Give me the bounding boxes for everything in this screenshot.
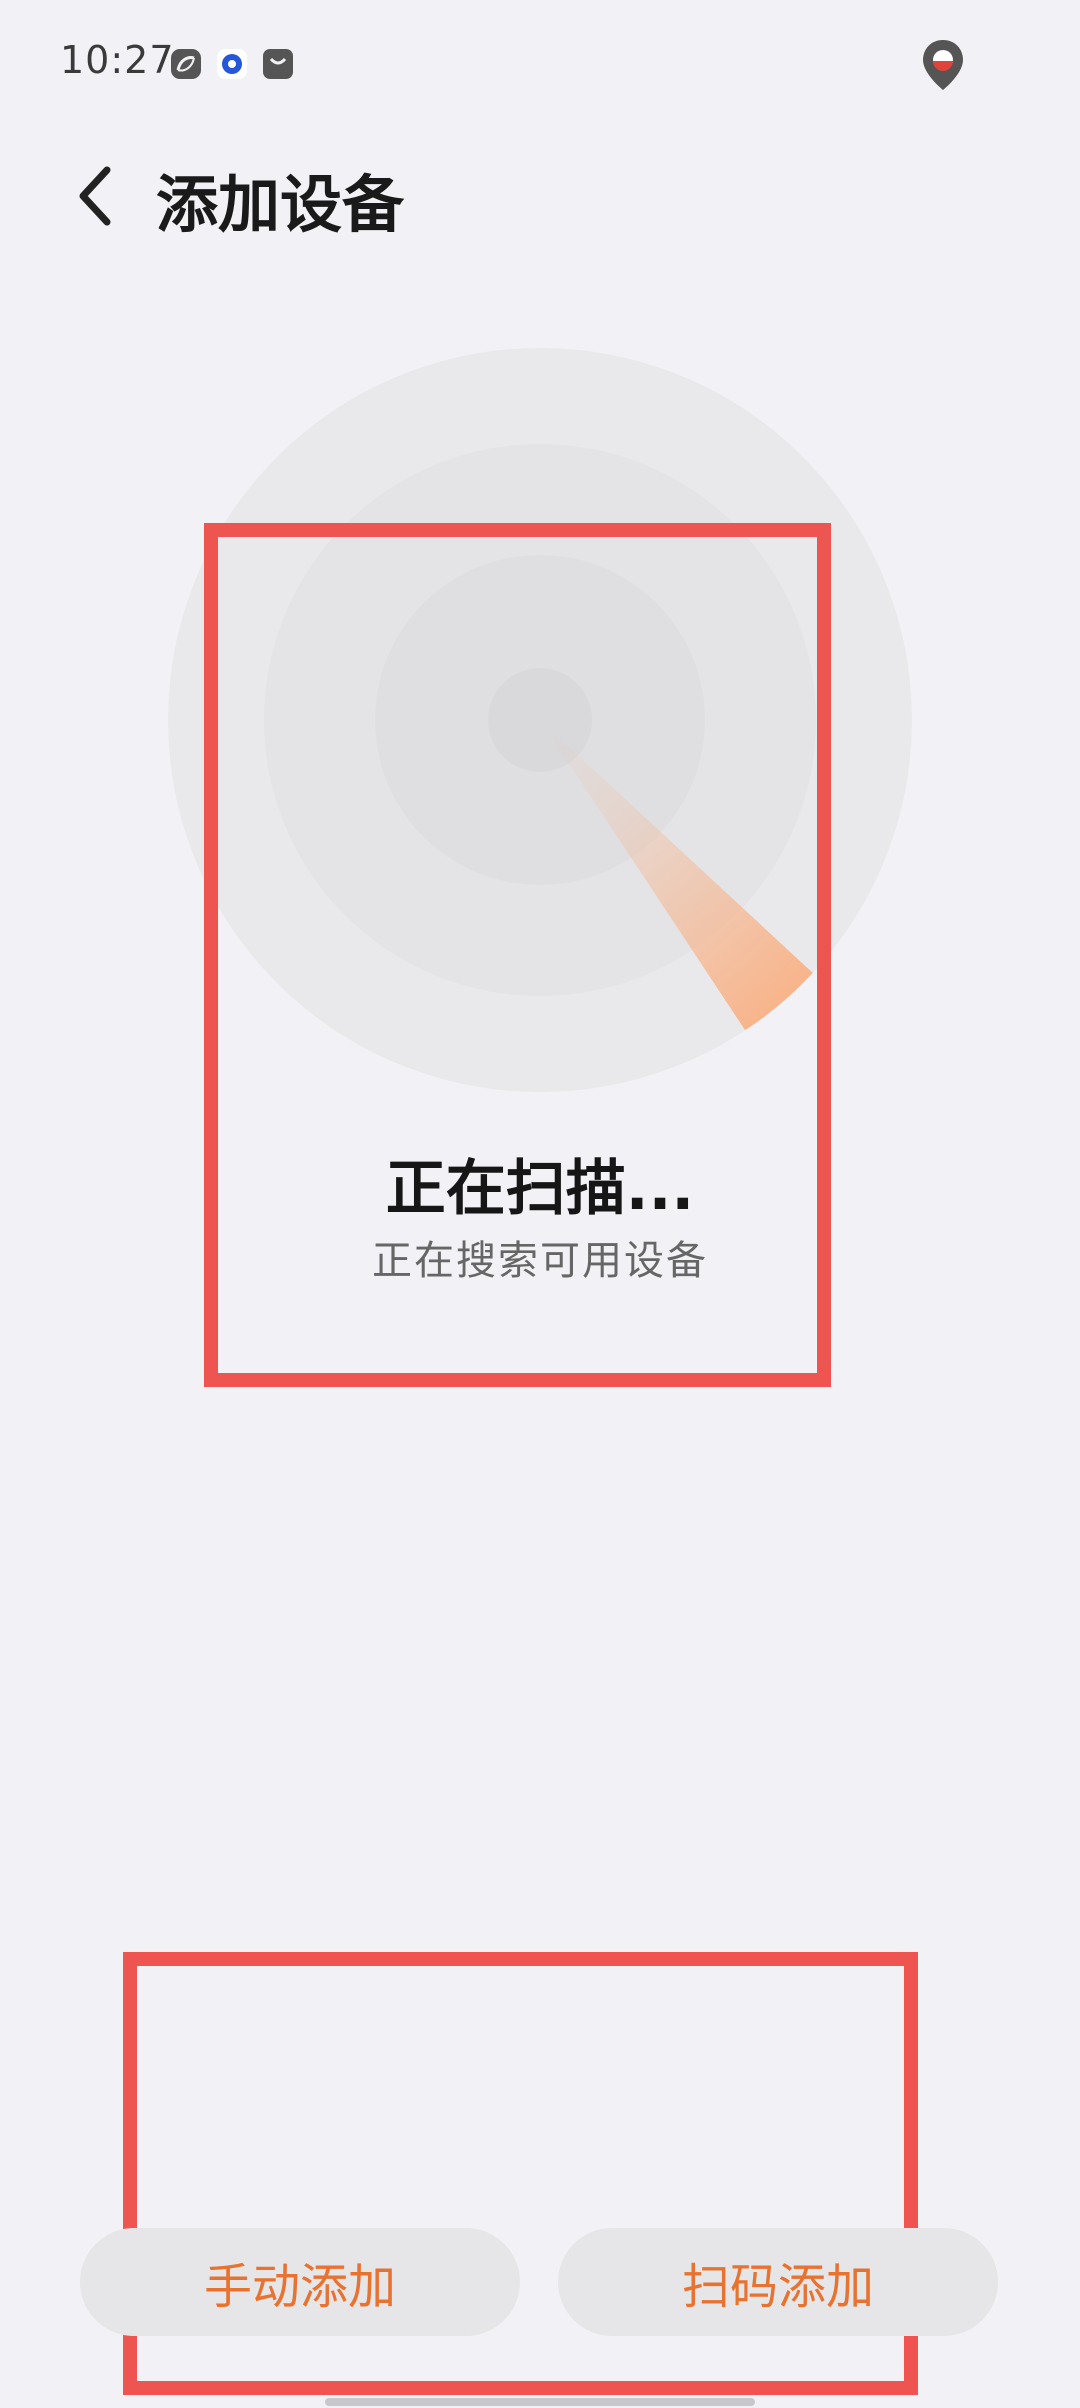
- manual-add-button[interactable]: 手动添加: [80, 2228, 520, 2336]
- scan-status-title: 正在扫描...: [385, 1154, 695, 1224]
- radar-scan-graphic: [168, 348, 912, 1092]
- scan-status-subtitle: 正在搜索可用设备: [372, 1238, 708, 1284]
- home-indicator: [325, 2398, 755, 2406]
- scan-code-add-button[interactable]: 扫码添加: [558, 2228, 998, 2336]
